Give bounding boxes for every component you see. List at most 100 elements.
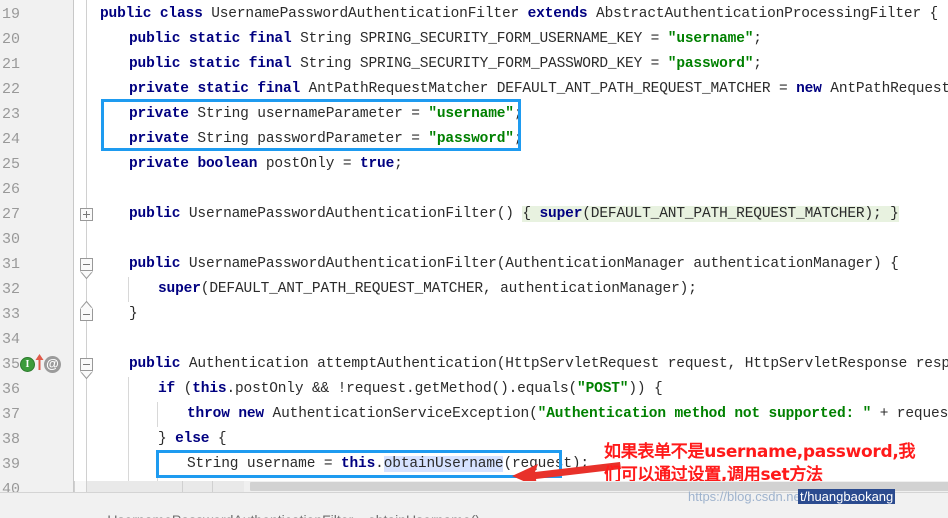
code-token: ; [753,56,762,72]
code-line[interactable]: 19 public class UsernamePasswordAuthentic… [0,2,948,27]
code-token: } [890,206,899,222]
code-token: final [248,56,292,72]
fold-expand-icon[interactable] [80,208,93,221]
line-number: 24 [2,131,21,148]
code-line[interactable]: 35 public Authentication attemptAuthentic… [0,352,948,377]
code-line[interactable]: 33} [0,302,948,327]
code-token: String username = [187,456,341,472]
code-line[interactable]: 24 private String passwordParameter = "pa… [0,127,948,152]
code-token: public [129,56,181,72]
gutter-segment [182,481,212,492]
code-line[interactable]: 36 if (this.postOnly && !request.getMetho… [0,377,948,402]
line-number: 38 [2,431,21,448]
line-number: 40 [2,481,21,492]
indent-guide [128,277,129,302]
line-number: 21 [2,56,21,73]
line-number: 27 [2,206,21,223]
code-token: AuthenticationServiceException( [263,406,538,422]
code-line[interactable]: 21 public static final String SPRING_SECU… [0,52,948,77]
code-token: static [197,81,249,97]
fold-bar-vertical [86,211,87,218]
ide-code-view: 19 public class UsernamePasswordAuthentic… [0,0,948,518]
code-line[interactable]: 26 [0,177,948,202]
code-token: private [129,131,189,147]
gutter-segment [86,481,182,492]
code-line[interactable]: 23 private String usernameParameter = "us… [0,102,948,127]
code-token: static [188,31,241,47]
fold-collapse-icon[interactable] [80,258,93,271]
code-line-text[interactable]: private boolean postOnly = true; [100,152,403,177]
indent-guide [157,402,158,427]
code-lines[interactable]: 19 public class UsernamePasswordAuthentic… [0,0,948,492]
code-line-text[interactable]: public UsernamePasswordAuthenticationFil… [100,202,899,227]
code-line-text[interactable]: public class UsernamePasswordAuthenticat… [100,2,938,27]
code-token: static [188,56,241,72]
code-token: public [129,31,181,47]
code-line[interactable]: 30 [0,227,948,252]
code-editor[interactable]: 19 public class UsernamePasswordAuthentic… [0,0,948,492]
code-line[interactable]: 32 super(DEFAULT_ANT_PATH_REQUEST_MATCHER… [0,277,948,302]
fold-collapse-icon[interactable] [80,308,93,321]
annotation-note-line-1: 如果表单不是username,password,我 [604,442,916,462]
code-line[interactable]: 25 private boolean postOnly = true; [0,152,948,177]
code-line-text[interactable]: public UsernamePasswordAuthenticationFil… [100,252,899,277]
line-number: 36 [2,381,21,398]
code-line-text[interactable]: throw new AuthenticationServiceException… [100,402,948,427]
code-token: postOnly = [257,156,360,172]
line-number: 25 [2,156,21,173]
code-line[interactable]: 34 [0,327,948,352]
code-line-text[interactable]: private static final AntPathRequestMatch… [100,77,948,102]
line-number: 34 [2,331,21,348]
breadcrumb-method[interactable]: obtainUsername() [368,512,480,518]
code-token: private [129,106,189,122]
code-token: final [248,31,292,47]
code-line-text[interactable]: public Authentication attemptAuthenticat… [100,352,948,377]
code-token: private [129,156,189,172]
code-token: public [129,256,181,272]
code-token: AntPathRequestMatcher DEFAULT_ANT_PATH_R… [300,81,797,97]
code-line-text[interactable]: } [100,302,138,327]
code-line-text[interactable]: } else { [100,427,227,452]
overrides-arrow-icon[interactable] [35,354,44,376]
code-line[interactable]: 31 public UsernamePasswordAuthenticationF… [0,252,948,277]
indent-guide [128,377,129,402]
code-line[interactable]: 37 throw new AuthenticationServiceExcepti… [0,402,948,427]
code-line-text[interactable]: private String usernameParameter = "user… [100,102,523,127]
code-token: obtainUsername [383,456,504,472]
code-token: ; [753,31,762,47]
code-line[interactable]: 20 public static final String SPRING_SECU… [0,27,948,52]
code-line-text[interactable]: public static final String SPRING_SECURI… [100,27,762,52]
code-token: true [359,156,395,172]
line-number: 26 [2,181,21,198]
breadcrumb[interactable]: UsernamePasswordAuthenticationFilter›obt… [84,496,480,518]
code-line-text[interactable]: private String passwordParameter = "pass… [100,127,523,152]
code-token: "POST" [577,381,629,397]
code-token: if [158,381,176,397]
code-token: ; [394,156,403,172]
line-number: 31 [2,256,21,273]
code-token: public [129,206,181,222]
code-token: { [522,206,540,222]
code-line[interactable]: 27 public UsernamePasswordAuthenticationF… [0,202,948,227]
code-token: AbstractAuthenticationProcessingFilter { [587,6,939,22]
code-token: public [100,6,152,22]
fold-collapse-icon[interactable] [80,358,93,371]
code-token: private [129,81,189,97]
code-line-text[interactable]: public static final String SPRING_SECURI… [100,52,762,77]
fold-region-end-icon [80,301,93,309]
code-token: Authentication attemptAuthentication(Htt… [180,356,948,372]
code-line-text[interactable]: if (this.postOnly && !request.getMethod(… [100,377,663,402]
code-token: (DEFAULT_ANT_PATH_REQUEST_MATCHER); [582,206,891,222]
code-line-text[interactable]: super(DEFAULT_ANT_PATH_REQUEST_MATCHER, … [100,277,697,302]
implements-icon[interactable]: I [20,357,35,372]
breadcrumb-class[interactable]: UsernamePasswordAuthenticationFilter [107,512,353,518]
line-number: 39 [2,456,21,473]
code-line[interactable]: 22 private static final AntPathRequestMat… [0,77,948,102]
code-token: String SPRING_SECURITY_FORM_PASSWORD_KEY… [291,56,668,72]
annotation-at-icon[interactable]: @ [44,356,61,373]
code-token: String passwordParameter = [188,131,429,147]
code-token: String SPRING_SECURITY_FORM_USERNAME_KEY… [291,31,668,47]
